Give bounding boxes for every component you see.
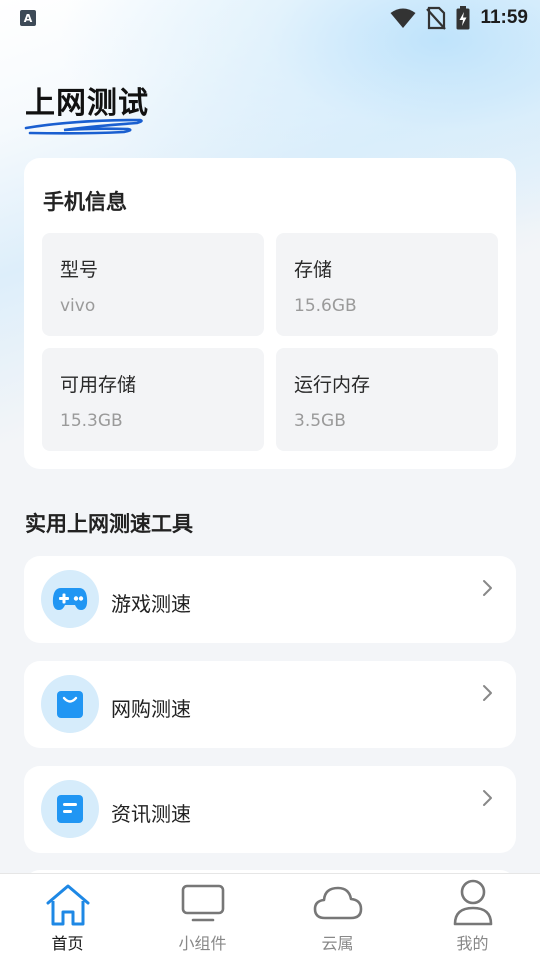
clock: 11:59: [480, 7, 528, 28]
tools-heading: 实用上网测速工具: [25, 512, 193, 536]
home-icon: [46, 884, 89, 926]
phone-info-card: 手机信息 型号 vivo 存储 15.6GB 可用存储 15.3GB 运行内存 …: [24, 158, 516, 469]
info-label: 存储: [294, 259, 333, 281]
tab-label: 小组件: [178, 934, 227, 953]
status-bar: A 11:59: [0, 0, 540, 36]
info-label: 型号: [60, 259, 99, 281]
bottom-tab-bar: 首页 小组件 云属 我的: [0, 873, 540, 960]
tool-label: 资讯测速: [111, 802, 191, 826]
tab-label: 云属: [321, 934, 354, 953]
info-tile-model: 型号 vivo: [42, 233, 264, 336]
chevron-right-icon: [483, 580, 492, 596]
tool-icon-badge: [41, 675, 99, 733]
chevron-right-icon: [483, 685, 492, 701]
info-value: 15.3GB: [60, 411, 123, 431]
person-icon: [453, 879, 492, 926]
info-tile-available-storage: 可用存储 15.3GB: [42, 348, 264, 451]
tool-item-game-speed-test[interactable]: 游戏测速: [24, 556, 516, 643]
info-label: 可用存储: [60, 374, 137, 396]
tool-item-news-speed-test[interactable]: 资讯测速: [24, 766, 516, 853]
tab-label: 首页: [51, 934, 84, 953]
info-value: 15.6GB: [294, 296, 357, 316]
monitor-icon: [181, 884, 224, 922]
tool-label: 网购测速: [111, 697, 191, 721]
tab-home[interactable]: 首页: [0, 874, 135, 960]
tab-profile[interactable]: 我的: [405, 874, 540, 960]
info-value: vivo: [60, 296, 96, 316]
tab-label: 我的: [456, 934, 489, 953]
tool-label: 游戏测速: [111, 592, 191, 616]
tab-widgets[interactable]: 小组件: [135, 874, 270, 960]
info-tile-storage: 存储 15.6GB: [276, 233, 498, 336]
battery-charging-icon: [456, 6, 470, 30]
shopping-bag-icon: [57, 691, 83, 718]
chevron-right-icon: [483, 790, 492, 806]
title-underline-decoration: [24, 118, 143, 135]
tab-cloud[interactable]: 云属: [270, 874, 405, 960]
cloud-icon: [313, 886, 362, 920]
app-notification-icon: A: [20, 10, 36, 26]
tool-icon-badge: [41, 780, 99, 838]
info-label: 运行内存: [294, 374, 371, 396]
status-icons: 11:59: [390, 5, 528, 31]
wifi-icon: [390, 8, 416, 28]
info-tile-ram: 运行内存 3.5GB: [276, 348, 498, 451]
tool-item-shopping-speed-test[interactable]: 网购测速: [24, 661, 516, 748]
news-icon: [57, 795, 83, 823]
gamepad-icon: [52, 588, 88, 610]
info-value: 3.5GB: [294, 411, 346, 431]
tool-icon-badge: [41, 570, 99, 628]
no-sim-icon: [426, 6, 447, 30]
phone-info-heading: 手机信息: [43, 190, 127, 214]
